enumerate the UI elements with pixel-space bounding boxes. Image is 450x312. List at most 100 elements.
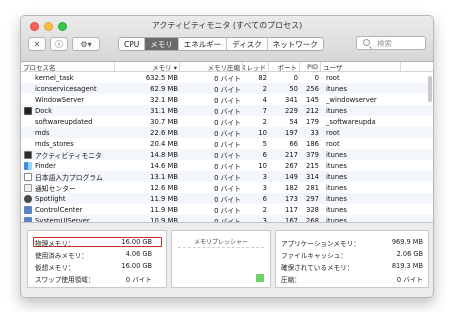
cell-mem: 32.1 MB — [150, 95, 178, 104]
cell-port: 54 — [289, 117, 298, 126]
inspect-process-button[interactable]: ⓘ — [50, 37, 68, 51]
cell-pid: 268 — [306, 216, 319, 223]
process-name: 通知センター — [35, 184, 76, 193]
column-header[interactable]: PID — [300, 62, 321, 71]
cell-user: itunes — [326, 161, 347, 170]
cell-port: 267 — [285, 161, 298, 170]
stat-label: スワップ使用領域： — [35, 276, 95, 284]
cell-pid: 186 — [306, 139, 319, 148]
cell-mem: 12.6 MB — [150, 183, 178, 192]
cell-user: itunes — [326, 216, 347, 223]
cell-user: root — [326, 128, 340, 137]
cell-thr: 4 — [262, 95, 267, 104]
cell-mem: 632.5 MB — [145, 73, 178, 82]
cell-pid: 379 — [306, 150, 319, 159]
cell-port: 341 — [285, 95, 298, 104]
table-row[interactable]: softwareupdated 30.7 MB 0 バイト 2 54 179 _softwa… — [21, 116, 433, 127]
table-row[interactable]: SystemUIServer 10.9 MB 0 バイト 3 167 268 itunes — [21, 215, 433, 222]
search-field[interactable]: 検索 — [356, 36, 426, 50]
column-header[interactable]: プロセス名 — [21, 62, 115, 71]
cell-user: itunes — [326, 106, 347, 115]
column-header[interactable]: ポート — [269, 62, 300, 71]
search-placeholder: 検索 — [377, 38, 392, 48]
column-header[interactable]: ユーザ — [321, 62, 401, 71]
table-row[interactable]: アクティビティモニタ 14.8 MB 0 バイト 6 217 379 itunes — [21, 149, 433, 160]
info-icon: ⓘ — [55, 39, 63, 49]
table-row[interactable]: mds_stores 20.4 MB 0 バイト 5 66 186 root — [21, 138, 433, 149]
cell-mem: 11.9 MB — [150, 194, 178, 203]
cell-port: 167 — [285, 216, 298, 223]
stat-value: 2.06 GB — [396, 250, 423, 258]
table-row[interactable]: WindowServer 32.1 MB 0 バイト 4 341 145 _windowse… — [21, 94, 433, 105]
process-name: ControlCenter — [35, 205, 83, 214]
column-header[interactable]: メモリ ▾ — [115, 62, 180, 71]
cell-thr: 3 — [262, 172, 267, 181]
cell-cmp: 0 バイト — [214, 129, 241, 138]
cell-port: 173 — [285, 194, 298, 203]
table-row[interactable]: ControlCenter 11.9 MB 0 バイト 2 117 328 itunes — [21, 204, 433, 215]
process-name: Spotlight — [35, 194, 66, 203]
table-row[interactable]: Spotlight 11.9 MB 0 バイト 6 173 297 itunes — [21, 193, 433, 204]
cell-cmp: 0 バイト — [214, 217, 241, 223]
cell-pid: 281 — [306, 183, 319, 192]
input-icon — [24, 172, 32, 181]
memory-pressure-level — [256, 274, 264, 282]
cell-port: 217 — [285, 150, 298, 159]
tab-4[interactable]: ネットワーク — [267, 38, 323, 50]
column-header[interactable]: メモリ圧縮 — [180, 62, 243, 71]
table-row[interactable]: Finder 14.6 MB 0 バイト 10 267 215 itunes — [21, 160, 433, 171]
cell-user: itunes — [326, 172, 347, 181]
cell-thr: 10 — [258, 161, 267, 170]
spotlight-icon — [24, 194, 32, 203]
process-name-cell: 通知センター — [21, 182, 115, 193]
table-row[interactable]: Dock 31.1 MB 0 バイト 7 229 212 itunes — [21, 105, 433, 116]
cell-cmp: 0 バイト — [214, 206, 241, 215]
cell-thr: 10 — [258, 128, 267, 137]
process-name: softwareupdated — [35, 117, 93, 126]
stat-label: 仮想メモリ： — [35, 264, 75, 272]
cell-port: 0 — [293, 73, 298, 82]
process-name-cell: WindowServer — [21, 94, 115, 105]
stat-label: 物理メモリ： — [35, 240, 75, 248]
tab-1[interactable]: メモリ — [145, 38, 179, 50]
cell-cmp: 0 バイト — [214, 85, 241, 94]
cell-pid: 212 — [306, 106, 319, 115]
table-row[interactable]: mds 22.6 MB 0 バイト 10 197 33 root — [21, 127, 433, 138]
table-row[interactable]: iconservicesagent 62.9 MB 0 バイト 2 50 256 itune… — [21, 83, 433, 94]
toolbar: ✕ ⓘ ⚙▾ CPU メモリ エネルギー ディスク ネットワーク 検索 — [28, 35, 426, 53]
cell-user: _windowserver — [326, 95, 377, 104]
vertical-scrollbar[interactable] — [428, 76, 432, 102]
tab-0[interactable]: CPU — [119, 38, 146, 50]
tab-3[interactable]: ディスク — [227, 38, 268, 50]
cell-port: 50 — [289, 84, 298, 93]
cell-mem: 14.8 MB — [150, 150, 178, 159]
search-icon — [363, 39, 370, 46]
quit-process-button[interactable]: ✕ — [28, 37, 46, 51]
cell-cmp: 0 バイト — [214, 184, 241, 193]
cell-thr: 2 — [262, 205, 267, 214]
cell-cmp: 0 バイト — [214, 195, 241, 204]
table-row[interactable]: 日本語入力プログラム 13.1 MB 0 バイト 3 149 314 itunes — [21, 171, 433, 182]
process-name: アクティビティモニタ — [35, 151, 102, 160]
process-name: mds — [35, 128, 50, 137]
table-row[interactable]: 通知センター 12.6 MB 0 バイト 3 182 281 itunes — [21, 182, 433, 193]
cell-pid: 179 — [306, 117, 319, 126]
cell-port: 197 — [285, 128, 298, 137]
process-name-cell: Spotlight — [21, 193, 115, 204]
stat-value: 0 バイト — [125, 276, 152, 284]
cell-mem: 62.9 MB — [150, 84, 178, 93]
stat-label: ファイルキャッシュ： — [281, 252, 347, 260]
process-name-cell: iconservicesagent — [21, 83, 115, 94]
process-table[interactable]: プロセス名メモリ ▾メモリ圧縮スレッドポートPIDユーザ kernel_task… — [21, 62, 433, 222]
cell-mem: 11.9 MB — [150, 205, 178, 214]
memory-pressure-graph — [178, 247, 264, 282]
control-icon — [24, 205, 32, 214]
cell-mem: 20.4 MB — [150, 139, 178, 148]
action-menu-button[interactable]: ⚙▾ — [72, 37, 100, 51]
cell-port: 117 — [285, 205, 298, 214]
tab-2[interactable]: エネルギー — [178, 38, 228, 50]
column-header[interactable]: スレッド — [243, 62, 269, 71]
cell-mem: 10.9 MB — [150, 216, 178, 223]
table-row[interactable]: kernel_task 632.5 MB 0 バイト 82 0 0 root — [21, 72, 433, 83]
process-name-cell: アクティビティモニタ — [21, 149, 115, 160]
